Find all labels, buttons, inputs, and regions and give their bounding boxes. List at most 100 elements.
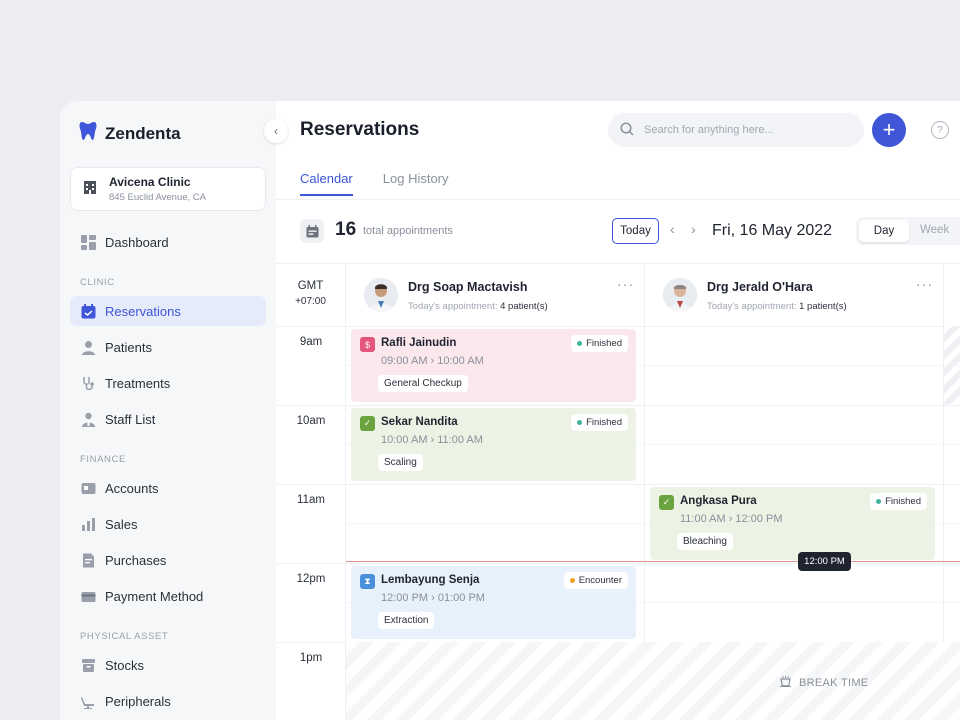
- search-input[interactable]: Search for anything here...: [608, 113, 864, 147]
- appointment-card[interactable]: ✓ Angkasa Pura 11:00 AM › 12:00 PM Bleac…: [650, 487, 935, 560]
- sidebar-item-payment[interactable]: Payment Method: [70, 581, 266, 611]
- help-icon: ?: [937, 124, 943, 136]
- view-day-button[interactable]: Day: [859, 220, 909, 242]
- view-toggle: Day Week: [856, 217, 960, 245]
- main-content: Reservations Search for anything here...…: [276, 101, 960, 720]
- status-badge: Finished: [571, 335, 628, 352]
- collapse-sidebar-button[interactable]: ‹: [264, 119, 288, 143]
- appointment-time: 10:00 AM › 11:00 AM: [381, 434, 483, 446]
- clinic-name: Avicena Clinic: [109, 175, 191, 189]
- stethoscope-icon: [80, 375, 96, 391]
- current-time-line: [346, 561, 960, 562]
- sidebar: Zendenta Avicena Clinic 845 Euclid Avenu…: [60, 101, 276, 720]
- chevron-left-icon: ‹: [274, 124, 278, 138]
- status-dot-icon: [577, 420, 583, 425]
- treatment-tag: General Checkup: [378, 375, 468, 392]
- status-badge: Encounter: [563, 572, 628, 589]
- today-button[interactable]: Today: [612, 218, 659, 244]
- bar-chart-icon: [80, 516, 96, 532]
- doctor-appointment-count: 4 patient(s): [500, 301, 548, 312]
- treatment-tag: Scaling: [378, 454, 423, 471]
- brand[interactable]: Zendenta: [79, 121, 181, 146]
- dashboard-icon: [80, 234, 96, 250]
- sidebar-item-label: Sales: [105, 516, 138, 532]
- calendar-icon: [80, 303, 96, 319]
- sidebar-item-patients[interactable]: Patients: [70, 332, 266, 362]
- sidebar-item-label: Patients: [105, 339, 152, 355]
- grid-line: [276, 484, 960, 485]
- section-clinic: CLINIC: [80, 277, 115, 288]
- sidebar-item-label: Dashboard: [105, 234, 169, 250]
- calendar-grid: GMT +07:00 Drg Soap Mactavish Today's ap…: [276, 263, 960, 720]
- hour-label: 10am: [296, 415, 326, 427]
- clinic-selector[interactable]: Avicena Clinic 845 Euclid Avenue, CA: [70, 167, 266, 211]
- brand-name: Zendenta: [105, 123, 181, 143]
- appointment-time: 11:00 AM › 12:00 PM: [680, 513, 783, 525]
- view-week-button[interactable]: Week: [920, 224, 949, 236]
- status-dot-icon: [876, 499, 882, 504]
- sidebar-item-accounts[interactable]: Accounts: [70, 473, 266, 503]
- sidebar-item-treatments[interactable]: Treatments: [70, 368, 266, 398]
- tabs: Calendar Log History: [300, 171, 449, 196]
- page-title: Reservations: [300, 119, 420, 140]
- sidebar-item-staff[interactable]: Staff List: [70, 404, 266, 434]
- current-time-badge: 12:00 PM: [798, 552, 851, 571]
- help-button[interactable]: ?: [931, 121, 949, 139]
- doctor-avatar: [663, 278, 697, 312]
- next-day-icon[interactable]: ›: [691, 221, 696, 237]
- appointment-card[interactable]: ⧗ Lembayung Senja 12:00 PM › 01:00 PM Ex…: [351, 566, 636, 639]
- doctor-name: Drg Jerald O'Hara: [707, 280, 813, 294]
- sidebar-item-dashboard[interactable]: Dashboard: [70, 227, 266, 257]
- app-window: Zendenta Avicena Clinic 845 Euclid Avenu…: [60, 101, 960, 720]
- search-placeholder: Search for anything here...: [644, 124, 774, 136]
- doctor-column-header: Drg Jerald O'Hara Today's appointment: 1…: [645, 264, 944, 326]
- more-options-icon[interactable]: ···: [617, 276, 634, 292]
- current-date: Fri, 16 May 2022: [712, 222, 833, 239]
- sidebar-item-label: Reservations: [105, 303, 181, 319]
- check-icon: ✓: [360, 416, 375, 431]
- treatment-tag: Bleaching: [677, 533, 733, 550]
- wallet-icon: [80, 480, 96, 496]
- building-icon: [83, 179, 97, 200]
- tab-log-history[interactable]: Log History: [383, 171, 449, 196]
- clinic-address: 845 Euclid Avenue, CA: [109, 192, 207, 203]
- status-label: Finished: [586, 338, 622, 349]
- sidebar-item-reservations[interactable]: Reservations: [70, 296, 266, 326]
- hour-label: 9am: [299, 336, 323, 348]
- appointment-time: 09:00 AM › 10:00 AM: [381, 355, 484, 367]
- appointment-time: 12:00 PM › 01:00 PM: [381, 592, 485, 604]
- tooth-logo-icon: [79, 121, 97, 146]
- appointment-count-label: total appointments: [363, 225, 453, 237]
- break-time-text: BREAK TIME: [799, 677, 869, 689]
- sidebar-item-peripherals[interactable]: Peripherals: [70, 686, 266, 716]
- sidebar-item-purchases[interactable]: Purchases: [70, 545, 266, 575]
- add-button[interactable]: +: [872, 113, 906, 147]
- doctor-appointment-label: Today's appointment:: [707, 301, 797, 312]
- dollar-icon: $: [360, 337, 375, 352]
- appointment-count: 16: [335, 219, 357, 240]
- timezone-offset: +07:00: [295, 296, 326, 307]
- doctor-appointment-summary: Today's appointment: 4 patient(s): [408, 301, 548, 312]
- sidebar-item-label: Payment Method: [105, 588, 204, 604]
- doctor-appointment-summary: Today's appointment: 1 patient(s): [707, 301, 847, 312]
- appointment-card[interactable]: $ Rafli Jainudin 09:00 AM › 10:00 AM Gen…: [351, 329, 636, 402]
- appointment-card[interactable]: ✓ Sekar Nandita 10:00 AM › 11:00 AM Scal…: [351, 408, 636, 481]
- status-label: Finished: [586, 417, 622, 428]
- status-label: Finished: [885, 496, 921, 507]
- status-badge: Finished: [870, 493, 927, 510]
- box-icon: [80, 657, 96, 673]
- grid-line: [276, 563, 960, 564]
- user-icon: [80, 339, 96, 355]
- coffee-icon: [780, 676, 793, 690]
- sidebar-item-stocks[interactable]: Stocks: [70, 650, 266, 680]
- prev-day-icon[interactable]: ‹: [670, 221, 675, 237]
- calendar-icon: [300, 219, 324, 243]
- more-options-icon[interactable]: ···: [916, 276, 933, 292]
- status-badge: Finished: [571, 414, 628, 431]
- section-finance: FINANCE: [80, 454, 126, 465]
- tab-calendar[interactable]: Calendar: [300, 171, 353, 196]
- sidebar-item-sales[interactable]: Sales: [70, 509, 266, 539]
- status-dot-icon: [569, 578, 575, 583]
- hour-label: 12pm: [296, 573, 326, 585]
- doctor-appointment-label: Today's appointment:: [408, 301, 498, 312]
